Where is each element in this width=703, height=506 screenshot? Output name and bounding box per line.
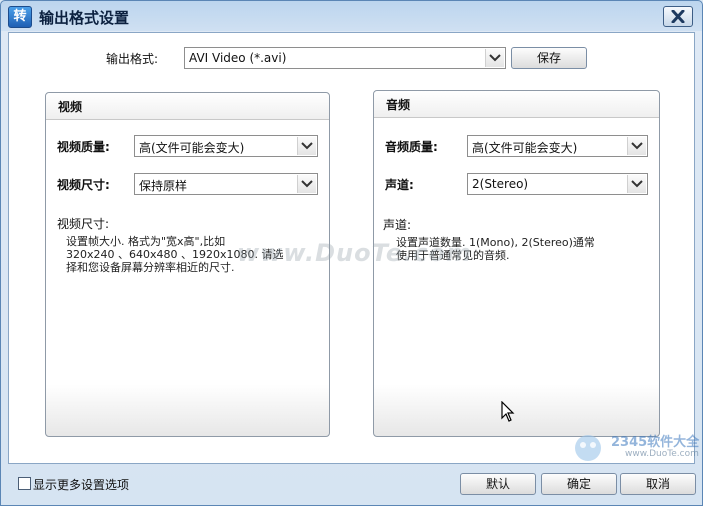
chevron-down-icon[interactable] — [297, 137, 316, 155]
video-quality-select[interactable]: 高(文件可能会变大) — [134, 135, 318, 157]
video-panel-title: 视频 — [58, 100, 83, 114]
window-title: 输出格式设置 — [39, 9, 130, 27]
audio-quality-label: 音频质量: — [385, 140, 438, 154]
video-size-select[interactable]: 保持原样 — [134, 173, 318, 195]
brand-watermark: 2345软件大全 www.DuoTe.com — [571, 429, 699, 469]
ok-button[interactable]: 确定 — [541, 473, 617, 495]
dialog-window: 转 输出格式设置 输出格式: AVI Video (*.avi) 保存 视频 视… — [0, 0, 703, 506]
more-options-label[interactable]: 显示更多设置选项 — [33, 476, 129, 493]
brand-name: 2345软件大全 — [611, 435, 700, 450]
audio-quality-value: 高(文件可能会变大) — [472, 141, 578, 155]
audio-channel-select[interactable]: 2(Stereo) — [467, 173, 648, 195]
dialog-body: 输出格式: AVI Video (*.avi) 保存 视频 视频质量: 高(文件… — [8, 32, 695, 464]
output-format-value: AVI Video (*.avi) — [189, 51, 287, 65]
audio-panel-title: 音频 — [386, 98, 411, 112]
mouse-cursor-icon — [501, 401, 515, 422]
audio-quality-select[interactable]: 高(文件可能会变大) — [467, 135, 648, 157]
output-format-label: 输出格式: — [106, 52, 159, 66]
more-options-checkbox[interactable] — [18, 477, 31, 490]
video-desc-title: 视频尺寸: — [57, 217, 110, 231]
close-icon — [671, 10, 685, 23]
output-format-select[interactable]: AVI Video (*.avi) — [184, 47, 506, 69]
default-button[interactable]: 默认 — [460, 473, 536, 495]
brand-url: www.DuoTe.com — [625, 449, 699, 459]
brand-logo-icon — [575, 435, 601, 461]
audio-desc-title: 声道: — [383, 218, 412, 232]
video-quality-value: 高(文件可能会变大) — [139, 141, 245, 155]
audio-panel-header: 音频 — [374, 91, 659, 118]
audio-channel-label: 声道: — [385, 178, 414, 192]
video-panel-header: 视频 — [46, 93, 329, 120]
chevron-down-icon[interactable] — [485, 49, 504, 67]
app-icon: 转 — [8, 6, 32, 28]
video-size-value: 保持原样 — [139, 179, 188, 193]
audio-channel-value: 2(Stereo) — [472, 177, 529, 191]
close-button[interactable] — [663, 6, 693, 27]
save-button[interactable]: 保存 — [511, 47, 587, 69]
title-bar[interactable]: 转 输出格式设置 — [1, 1, 702, 32]
video-quality-label: 视频质量: — [57, 140, 110, 154]
chevron-down-icon[interactable] — [297, 175, 316, 193]
watermark: www.DuoTe.com — [237, 239, 472, 267]
video-size-label: 视频尺寸: — [57, 178, 110, 192]
chevron-down-icon[interactable] — [627, 175, 646, 193]
cancel-button[interactable]: 取消 — [620, 473, 696, 495]
chevron-down-icon[interactable] — [627, 137, 646, 155]
